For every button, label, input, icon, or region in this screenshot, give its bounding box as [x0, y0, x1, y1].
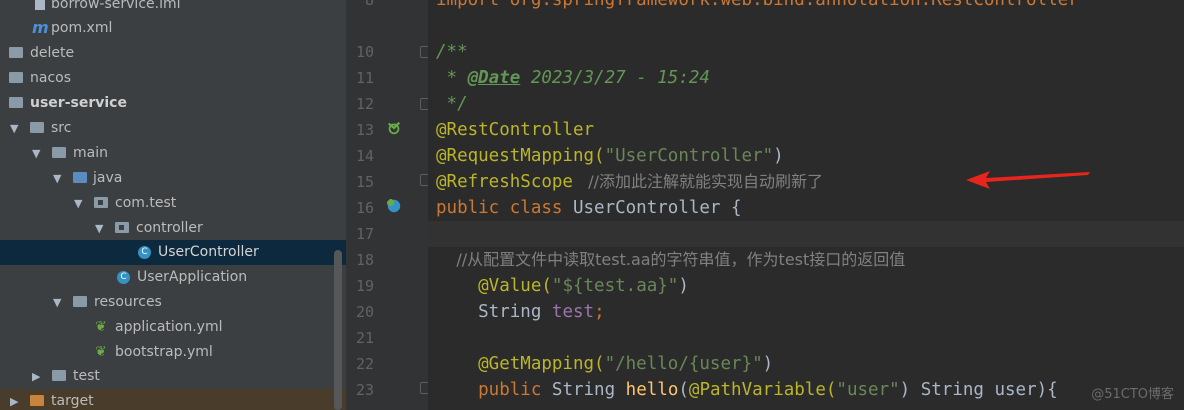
- line-number: 19: [355, 277, 374, 295]
- line-number: 13: [355, 121, 374, 139]
- tree-item-label: pom.xml: [51, 20, 113, 36]
- tree-item-pom-xml[interactable]: m pom.xml: [0, 16, 346, 41]
- watermark: @51CTO博客: [1091, 387, 1174, 402]
- line-number: 22: [355, 355, 374, 373]
- folder-icon: [9, 47, 23, 58]
- tree-item-label: resources: [94, 294, 162, 310]
- package-icon: [94, 197, 108, 208]
- line-number: 23: [355, 381, 374, 399]
- tree-item-nacos[interactable]: nacos: [0, 66, 346, 91]
- excluded-folder-icon: [30, 395, 44, 406]
- folder-icon: [30, 122, 44, 133]
- code-line-8: import org.springframework.web.bind.anno…: [436, 0, 1079, 10]
- tree-item-main[interactable]: ▼ main: [0, 141, 346, 166]
- code-line-10: /**: [436, 42, 468, 62]
- tree-item-borrow-service-iml[interactable]: borrow-service.iml: [0, 0, 346, 17]
- tree-item-usercontroller[interactable]: C UserController: [0, 240, 346, 265]
- tree-item-label: controller: [136, 220, 203, 236]
- line-number: 17: [355, 225, 374, 243]
- code-line-12: */: [436, 94, 468, 114]
- line-number: 14: [355, 147, 374, 165]
- tree-item-java[interactable]: ▼ java: [0, 166, 346, 191]
- tree-item-label: nacos: [30, 70, 72, 86]
- expand-arrow-icon[interactable]: ▼: [74, 191, 82, 216]
- folder-icon: [52, 147, 66, 158]
- tree-item-bootstrap-yml[interactable]: ❦ bootstrap.yml: [0, 340, 346, 365]
- code-line-15: @RefreshScope //添加此注解就能实现自动刷新了: [436, 172, 824, 192]
- java-class-icon: C: [138, 246, 151, 259]
- tree-item-label: delete: [30, 45, 75, 61]
- tree-item-userapplication[interactable]: C UserApplication: [0, 265, 346, 290]
- expand-arrow-icon[interactable]: ▼: [53, 290, 61, 315]
- line-number: 12: [355, 95, 374, 113]
- code-line-22: @GetMapping("/hello/{user}"): [436, 354, 774, 374]
- tree-item-user-service[interactable]: user-service: [0, 91, 346, 116]
- tree-item-label: src: [51, 120, 72, 136]
- resources-folder-icon: [73, 296, 87, 307]
- folder-icon: [52, 370, 66, 381]
- expand-arrow-icon[interactable]: ▼: [95, 216, 103, 241]
- tree-item-delete[interactable]: delete: [0, 41, 346, 66]
- line-number: 21: [355, 329, 374, 347]
- tree-item-label: target: [51, 393, 94, 409]
- current-line-highlight: [428, 221, 1184, 247]
- spring-boot-class-icon: C: [117, 271, 130, 284]
- package-icon: [115, 222, 129, 233]
- collapse-arrow-icon[interactable]: ▶: [32, 364, 40, 389]
- expand-arrow-icon[interactable]: ▼: [10, 116, 18, 141]
- module-folder-icon: [9, 97, 23, 108]
- tree-item-label: application.yml: [115, 319, 223, 335]
- iml-file-icon: [35, 0, 45, 10]
- code-line-13: @RestController: [436, 120, 595, 140]
- tree-item-application-yml[interactable]: ❦ application.yml: [0, 315, 346, 340]
- line-number: 15: [355, 173, 374, 191]
- line-number: 10: [355, 43, 374, 61]
- spring-bean-gutter-icon[interactable]: [386, 120, 402, 136]
- code-line-23: public String hello(@PathVariable("user"…: [436, 380, 1058, 400]
- collapse-arrow-icon[interactable]: ▶: [10, 389, 18, 410]
- tree-item-label: bootstrap.yml: [115, 344, 213, 360]
- tree-item-com-test[interactable]: ▼ com.test: [0, 191, 346, 216]
- spring-class-gutter-icon[interactable]: [386, 198, 402, 214]
- tree-item-target[interactable]: ▶ target: [0, 389, 346, 410]
- red-arrow-annotation: [966, 171, 1090, 189]
- line-number: 18: [355, 251, 374, 269]
- tree-item-test[interactable]: ▶ test: [0, 364, 346, 389]
- code-line-18: //从配置文件中读取test.aa的字符串值，作为test接口的返回值: [436, 250, 906, 269]
- tree-item-label: com.test: [115, 195, 177, 211]
- line-number: 8: [364, 0, 374, 9]
- tree-scrollbar[interactable]: [334, 250, 342, 410]
- tree-item-label: java: [93, 170, 123, 186]
- folder-icon: [9, 72, 23, 83]
- code-line-16: public class UserController {: [436, 198, 742, 218]
- line-number: 11: [355, 69, 374, 87]
- tree-item-src[interactable]: ▼ src: [0, 116, 346, 141]
- expand-arrow-icon[interactable]: ▼: [32, 141, 40, 166]
- tree-item-label: user-service: [30, 95, 127, 111]
- line-number: 20: [355, 303, 374, 321]
- code-line-11: * @Date 2023/3/27 - 15:24: [436, 68, 710, 88]
- tree-item-label: borrow-service.iml: [51, 0, 181, 12]
- tree-item-label: test: [73, 368, 100, 384]
- expand-arrow-icon[interactable]: ▼: [53, 166, 61, 191]
- line-number: 16: [355, 199, 374, 217]
- project-tree: borrow-service.iml m pom.xml delete naco…: [0, 0, 346, 410]
- code-line-14: @RequestMapping("UserController"): [436, 146, 784, 166]
- code-line-20: String test;: [436, 302, 605, 322]
- maven-icon: m: [32, 18, 49, 37]
- source-folder-icon: [73, 172, 87, 183]
- tree-item-label: main: [73, 145, 108, 161]
- code-line-19: @Value("${test.aa}"): [436, 276, 689, 296]
- tree-item-resources[interactable]: ▼ resources: [0, 290, 346, 315]
- tree-item-label: UserController: [158, 244, 259, 260]
- spring-yml-icon: ❦: [95, 319, 107, 335]
- spring-yml-icon: ❦: [95, 344, 107, 360]
- tree-item-controller[interactable]: ▼ controller: [0, 216, 346, 241]
- tree-item-label: UserApplication: [137, 269, 248, 285]
